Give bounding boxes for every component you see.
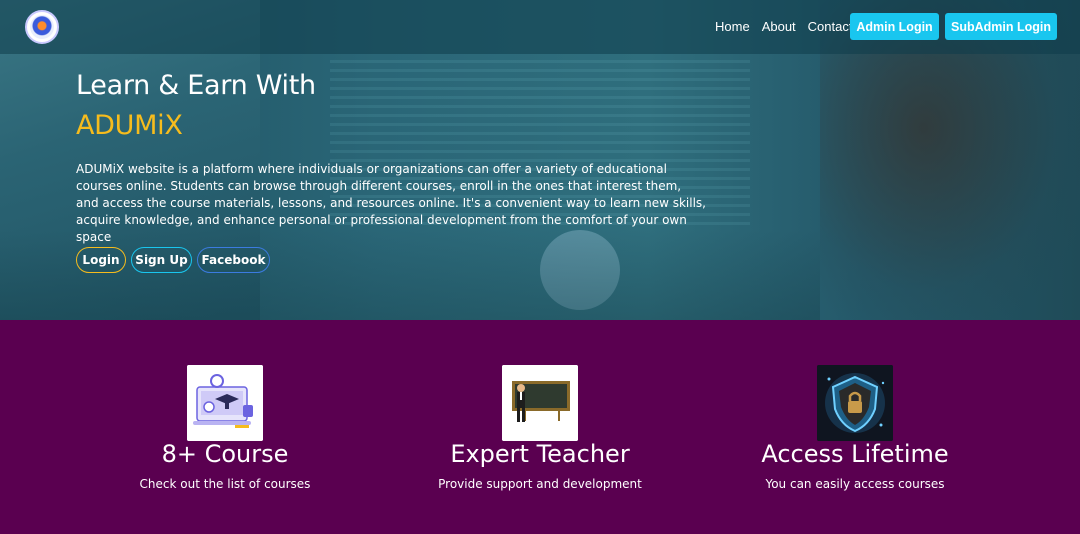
security-shield-icon [817, 365, 893, 441]
site-logo[interactable] [25, 10, 59, 44]
top-navbar: Home About Contact Admin Login SubAdmin … [0, 0, 1080, 54]
teacher-blackboard-icon [502, 365, 578, 441]
admin-login-button[interactable]: Admin Login [850, 13, 939, 40]
nav-link-about[interactable]: About [762, 19, 796, 34]
feature-title-teacher: Expert Teacher [450, 440, 630, 468]
subadmin-login-button[interactable]: SubAdmin Login [945, 13, 1057, 40]
online-course-icon [187, 365, 263, 441]
signup-button[interactable]: Sign Up [131, 247, 192, 273]
login-button[interactable]: Login [76, 247, 126, 273]
feature-subtitle-courses: Check out the list of courses [139, 477, 311, 491]
logo-icon [30, 15, 54, 39]
feature-title-access: Access Lifetime [761, 440, 949, 468]
nav-link-home[interactable]: Home [715, 19, 750, 34]
feature-subtitle-teacher: Provide support and development [438, 477, 642, 491]
hero-description: ADUMiX website is a platform where indiv… [76, 162, 706, 244]
feature-title-courses: 8+ Course [161, 440, 289, 468]
hero-title: Learn & Earn With [76, 70, 316, 101]
facebook-button[interactable]: Facebook [197, 247, 270, 273]
nav-links: Home About Contact [715, 19, 852, 34]
feature-subtitle-access: You can easily access courses [765, 477, 945, 491]
nav-link-contact[interactable]: Contact [808, 19, 853, 34]
hero-brand-name: ADUMiX [76, 110, 183, 141]
